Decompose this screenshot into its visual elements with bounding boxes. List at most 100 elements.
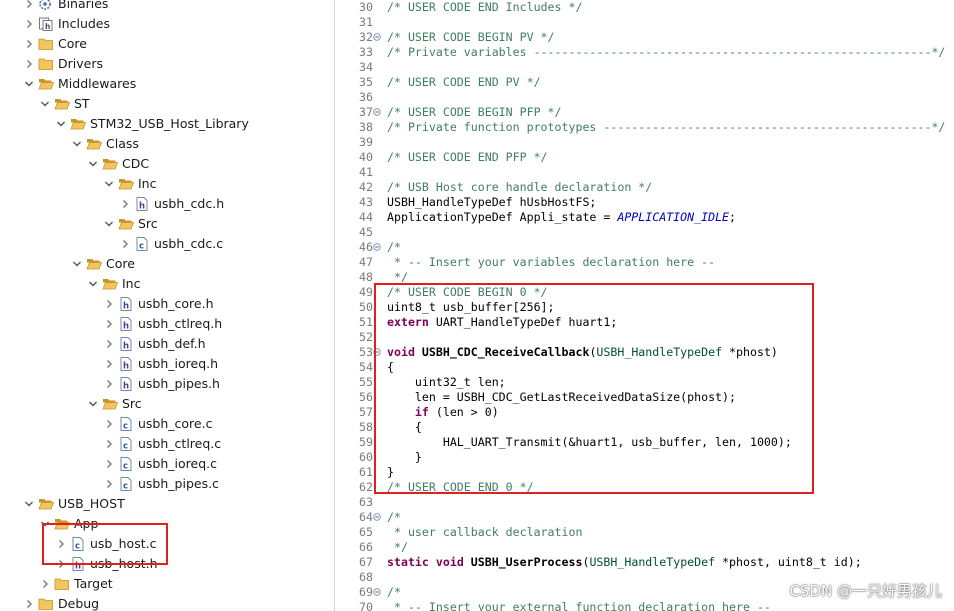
tree-folder-row[interactable]: Core [71,254,135,274]
code-line[interactable]: 49 /* USER CODE BEGIN 0 */ [335,285,954,300]
tree-folder-row[interactable]: Core [23,34,87,54]
code-line[interactable]: 52 [335,330,954,345]
tree-file-row[interactable]: c usbh_cdc.c [119,234,223,254]
code-line[interactable]: 44 ApplicationTypeDef Appli_state = APPLI… [335,210,954,225]
code-line[interactable]: 40 /* USER CODE END PFP */ [335,150,954,165]
chevron-right-icon[interactable] [103,334,115,354]
code-line[interactable]: 34 [335,60,954,75]
code-line[interactable]: 46 /* [335,240,954,255]
chevron-right-icon[interactable] [103,314,115,334]
code-line[interactable]: 67 static void USBH_UserProcess(USBH_Hand… [335,555,954,570]
code-line[interactable]: 62 /* USER CODE END 0 */ [335,480,954,495]
tree-folder-row[interactable]: Src [87,394,142,414]
tree-folder-row[interactable]: CDC [87,154,149,174]
code-line[interactable]: 70 * -- Insert your external function de… [335,600,954,611]
code-line[interactable]: 45 [335,225,954,240]
tree-folder-row[interactable]: STM32_USB_Host_Library [55,114,249,134]
code-line[interactable]: 39 [335,135,954,150]
fold-collapse-icon[interactable] [373,108,381,116]
tree-folder-row[interactable]: Inc [103,174,156,194]
code-line[interactable]: 37 /* USER CODE BEGIN PFP */ [335,105,954,120]
code-line[interactable]: 66 */ [335,540,954,555]
code-line[interactable]: 65 * user callback declaration [335,525,954,540]
fold-collapse-icon[interactable] [373,243,381,251]
code-line[interactable]: 50 uint8_t usb_buffer[256]; [335,300,954,315]
code-line[interactable]: 41 [335,165,954,180]
code-line[interactable]: 57 if (len > 0) [335,405,954,420]
code-line[interactable]: 42 /* USB Host core handle declaration */ [335,180,954,195]
code-line[interactable]: 56 len = USBH_CDC_GetLastReceivedDataSiz… [335,390,954,405]
tree-file-row[interactable]: h usbh_cdc.h [119,194,224,214]
tree-folder-row[interactable]: Middlewares [23,74,136,94]
chevron-right-icon[interactable] [55,554,67,574]
code-line[interactable]: 61} [335,465,954,480]
chevron-right-icon[interactable] [103,374,115,394]
chevron-down-icon[interactable] [87,394,99,414]
code-line[interactable]: 31 [335,15,954,30]
chevron-right-icon[interactable] [119,194,131,214]
chevron-down-icon[interactable] [23,74,35,94]
chevron-down-icon[interactable] [23,494,35,514]
chevron-right-icon[interactable] [103,434,115,454]
code-line[interactable]: 33 /* Private variables -----------------… [335,45,954,60]
fold-collapse-icon[interactable] [373,348,381,356]
tree-folder-row[interactable]: USB_HOST [23,494,125,514]
chevron-right-icon[interactable] [55,534,67,554]
fold-collapse-icon[interactable] [373,588,381,596]
chevron-down-icon[interactable] [71,254,83,274]
code-line[interactable]: 47 * -- Insert your variables declaratio… [335,255,954,270]
chevron-down-icon[interactable] [103,214,115,234]
tree-file-row[interactable]: c usbh_pipes.c [103,474,219,494]
chevron-down-icon[interactable] [55,114,67,134]
chevron-right-icon[interactable] [23,14,35,34]
tree-file-row[interactable]: h usbh_core.h [103,294,214,314]
chevron-right-icon[interactable] [119,234,131,254]
code-line[interactable]: 48 */ [335,270,954,285]
tree-folder-row[interactable]: ST [39,94,90,114]
code-editor[interactable]: 30 /* USER CODE END Includes */ 31 32 /* USE… [335,0,954,611]
tree-file-row[interactable]: c usbh_ioreq.c [103,454,217,474]
tree-file-row[interactable]: c usbh_ctlreq.c [103,434,221,454]
chevron-right-icon[interactable] [23,0,35,14]
chevron-down-icon[interactable] [103,174,115,194]
code-line[interactable]: 53 void USBH_CDC_ReceiveCallback(USBH_Han… [335,345,954,360]
chevron-right-icon[interactable] [103,294,115,314]
fold-collapse-icon[interactable] [373,33,381,41]
chevron-right-icon[interactable] [39,574,51,594]
tree-file-row[interactable]: h usbh_def.h [103,334,206,354]
tree-file-row[interactable]: h usb_host.h [55,554,158,574]
chevron-right-icon[interactable] [23,34,35,54]
tree-folder-row[interactable]: Debug [23,594,99,611]
code-line[interactable]: 35 /* USER CODE END PV */ [335,75,954,90]
tree-file-row[interactable]: h usbh_ioreq.h [103,354,218,374]
code-line[interactable]: 51 extern UART_HandleTypeDef huart1; [335,315,954,330]
tree-folder-row[interactable]: App [39,514,98,534]
tree-folder-row[interactable]: Inc [87,274,140,294]
tree-folder-row[interactable]: Class [71,134,139,154]
code-line[interactable]: 54 { [335,360,954,375]
code-line[interactable]: 38 /* Private function prototypes -------… [335,120,954,135]
tree-folder-row[interactable]: Target [39,574,113,594]
code-line[interactable]: 64 /* [335,510,954,525]
chevron-down-icon[interactable] [39,514,51,534]
chevron-right-icon[interactable] [23,54,35,74]
tree-file-row[interactable]: h usbh_ctlreq.h [103,314,222,334]
tree-file-row[interactable]: c usb_host.c [55,534,156,554]
code-line[interactable]: 55 uint32_t len; [335,375,954,390]
tree-file-row[interactable]: h usbh_pipes.h [103,374,220,394]
tree-file-row[interactable]: c usbh_core.c [103,414,212,434]
chevron-right-icon[interactable] [103,454,115,474]
code-line[interactable]: 63 [335,495,954,510]
code-line[interactable]: 58 { [335,420,954,435]
code-line[interactable]: 60 } [335,450,954,465]
fold-collapse-icon[interactable] [373,513,381,521]
chevron-right-icon[interactable] [103,354,115,374]
code-line[interactable]: 59 HAL_UART_Transmit(&huart1, usb_buffer… [335,435,954,450]
tree-file-row[interactable]: Binaries [23,0,108,14]
chevron-right-icon[interactable] [103,474,115,494]
chevron-right-icon[interactable] [23,594,35,611]
chevron-down-icon[interactable] [87,154,99,174]
chevron-down-icon[interactable] [39,94,51,114]
chevron-down-icon[interactable] [71,134,83,154]
tree-file-row[interactable]: h Includes [23,14,110,34]
